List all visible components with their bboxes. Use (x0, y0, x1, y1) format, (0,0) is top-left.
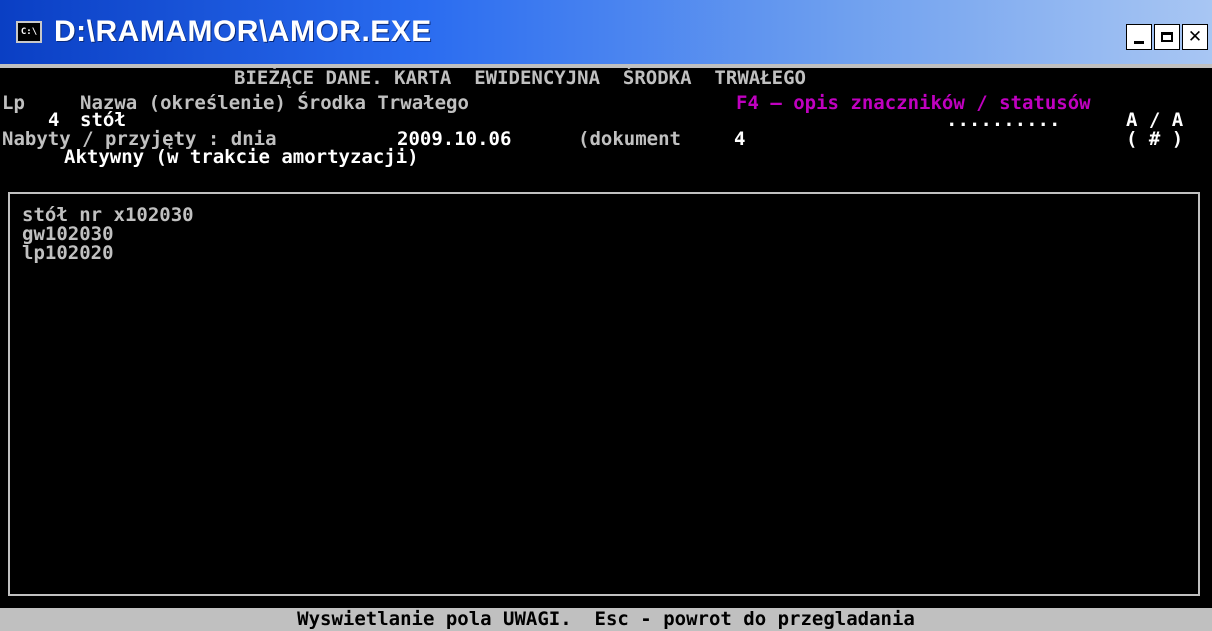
lp-column-label: Lp (2, 92, 25, 114)
notes-field[interactable]: stół nr x102030 gw102030 lp102020 (8, 192, 1200, 596)
status-bar: Wyswietlanie pola UWAGI. Esc - powrot do… (0, 608, 1212, 631)
maximize-icon (1161, 32, 1173, 42)
console-icon[interactable]: C:\ (16, 21, 42, 43)
close-icon: ✕ (1187, 26, 1203, 47)
note-line[interactable]: lp102020 (22, 244, 114, 263)
maximize-button[interactable] (1154, 24, 1180, 50)
title-bar[interactable]: C:\ D:\RAMAMOR\AMOR.EXE ✕ (0, 0, 1212, 64)
minimize-icon (1134, 40, 1144, 44)
close-button[interactable]: ✕ (1182, 24, 1208, 50)
screen-title: BIEŻĄCE DANE. KARTA EWIDENCYJNA ŚRODKA T… (234, 67, 806, 89)
console-window: C:\ D:\RAMAMOR\AMOR.EXE ✕ BIEŻĄCE DANE. … (0, 0, 1212, 631)
console-area[interactable]: BIEŻĄCE DANE. KARTA EWIDENCYJNA ŚRODKA T… (0, 64, 1212, 631)
name-column-label: Nazwa (określenie) Środka Trwałego (80, 92, 469, 114)
minimize-button[interactable] (1126, 24, 1152, 50)
flags-dots: .......... (946, 109, 1061, 131)
record-marker: ( # ) (1126, 128, 1184, 150)
record-status: Aktywny (w trakcie amortyzacji) (64, 146, 419, 168)
document-number: 4 (734, 128, 746, 150)
window-title: D:\RAMAMOR\AMOR.EXE (54, 15, 432, 48)
document-label: (dokument (578, 128, 681, 150)
